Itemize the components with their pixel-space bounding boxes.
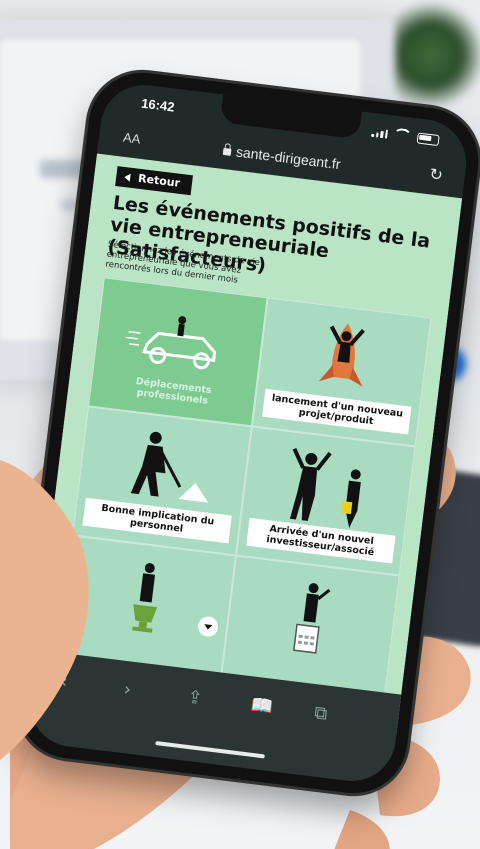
tabs-button[interactable]: ⧉ [313, 702, 328, 724]
back-button[interactable]: Retour [115, 166, 194, 196]
signal-icon [371, 127, 389, 139]
reload-icon[interactable]: ↻ [428, 164, 444, 184]
status-icons [371, 125, 440, 147]
wifi-icon [392, 127, 413, 144]
blurred-plant [395, 0, 480, 110]
event-card[interactable]: Arrivée d'un nouvel investisseur/associé [235, 426, 416, 576]
home-indicator [155, 741, 265, 759]
bookmarks-button[interactable]: 📖 [250, 694, 275, 718]
back-button-label: Retour [137, 171, 181, 190]
url-text: sante-dirigeant.fr [235, 143, 342, 173]
event-card[interactable]: Déplacements professionels [88, 277, 268, 427]
chevron-down-icon [203, 623, 213, 630]
share-button[interactable]: ⇪ [186, 687, 204, 710]
lock-icon [222, 147, 232, 156]
calculator-icon [293, 583, 331, 654]
status-time: 16:42 [140, 95, 176, 115]
back-arrow-icon [123, 173, 131, 182]
event-card[interactable]: lancement d'un nouveau projet/produit [251, 297, 432, 447]
battery-icon [416, 131, 440, 146]
thumb-image [0, 460, 89, 760]
photo-scene: 16:42 AA sante-dirigeant.fr ↻ Retour Les… [0, 0, 480, 849]
